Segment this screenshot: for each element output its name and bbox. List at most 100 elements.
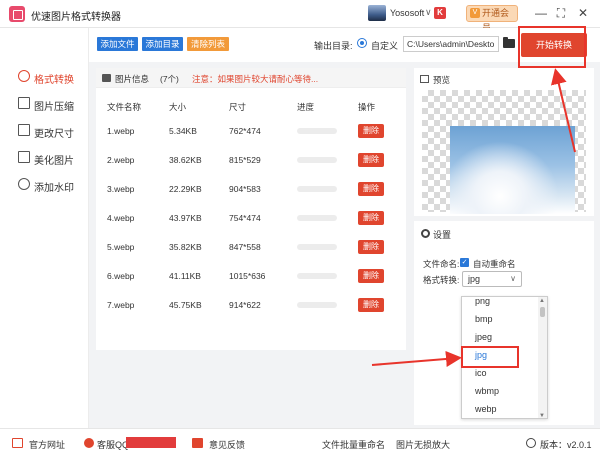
compress-icon — [18, 97, 30, 109]
crown-icon: V — [470, 8, 480, 18]
lossless-upscale-link[interactable]: 图片无损放大 — [396, 438, 450, 451]
column-header-size: 大小 — [169, 102, 187, 112]
gear-icon — [421, 229, 430, 238]
feedback-icon — [192, 438, 203, 448]
format-option-bmp[interactable]: bmp — [462, 311, 534, 328]
sidebar-item-label: 格式转换 — [34, 75, 74, 86]
file-name: 6.webp — [107, 271, 135, 281]
file-list-title: 图片信息 — [115, 74, 150, 84]
sidebar-item-compress[interactable]: 图片压缩 — [0, 95, 89, 113]
version-label: 版本：v2.0.1 — [540, 440, 592, 450]
user-avatar[interactable] — [368, 5, 386, 21]
sidebar-item-resize[interactable]: 更改尺寸 — [0, 122, 89, 140]
sidebar-item-beautify[interactable]: 美化图片 — [0, 149, 89, 167]
batch-rename-link[interactable]: 文件批量重命名 — [322, 438, 385, 451]
file-dimensions: 1015*636 — [229, 271, 266, 281]
format-option-png[interactable]: png — [462, 297, 534, 310]
scroll-up-icon[interactable]: ▲ — [539, 298, 545, 304]
file-naming-label: 文件命名: — [423, 259, 460, 269]
watermark-icon — [18, 178, 30, 190]
vip-button[interactable]: V 开通会员 — [466, 5, 518, 33]
delete-button[interactable]: 删除 — [358, 182, 384, 196]
delete-button[interactable]: 删除 — [358, 153, 384, 167]
format-option-wbmp[interactable]: wbmp — [462, 383, 534, 400]
minimize-button[interactable]: — — [533, 5, 549, 21]
auto-rename-checkbox[interactable]: ✓ — [460, 258, 469, 267]
app-badge-icon: K — [434, 7, 446, 19]
clear-list-button[interactable]: 清除列表 — [187, 37, 229, 51]
refresh-icon — [526, 438, 536, 448]
progress-bar — [297, 215, 337, 221]
format-convert-label: 格式转换: — [423, 275, 460, 285]
file-size: 41.11KB — [169, 271, 201, 281]
preview-image — [450, 126, 575, 214]
delete-button[interactable]: 删除 — [358, 269, 384, 283]
table-row: 2.webp 38.62KB 815*529 删除 — [96, 146, 406, 175]
column-header-name: 文件名称 — [107, 102, 142, 112]
app-title: 优速图片格式转换器 — [31, 12, 121, 23]
folder-icon[interactable] — [503, 37, 515, 48]
progress-bar — [297, 157, 337, 163]
file-name: 3.webp — [107, 184, 135, 194]
beautify-icon — [18, 151, 30, 163]
file-count: (7个) — [160, 74, 179, 84]
scroll-thumb[interactable] — [540, 307, 545, 317]
file-dimensions: 815*529 — [229, 155, 261, 165]
username[interactable]: Yososoft — [390, 8, 424, 18]
format-option-webp[interactable]: webp — [462, 401, 534, 418]
add-file-button[interactable]: 添加文件 — [97, 37, 138, 51]
website-link[interactable]: 官方网址 — [29, 438, 65, 451]
support-icon — [84, 438, 94, 448]
file-dimensions: 914*622 — [229, 300, 261, 310]
support-link[interactable]: 客服QQ — [97, 438, 129, 451]
output-dir-label: 输出目录: — [314, 41, 353, 51]
sidebar-item-watermark[interactable]: 添加水印 — [0, 176, 89, 194]
sidebar: 格式转换 图片压缩 更改尺寸 美化图片 添加水印 — [0, 28, 89, 428]
main-content: 添加文件 添加目录 清除列表 输出目录: 自定义 C:\Users\admin\… — [89, 28, 600, 428]
chevron-down-icon[interactable]: ∨ — [425, 7, 432, 18]
format-option-jpeg[interactable]: jpeg — [462, 329, 534, 346]
sidebar-item-format-convert[interactable]: 格式转换 — [0, 68, 89, 86]
redacted-qq-number — [126, 437, 176, 448]
dropdown-scrollbar[interactable]: ▲ ▼ — [538, 297, 547, 418]
app-logo-icon — [9, 6, 25, 22]
start-button-highlight — [518, 26, 586, 68]
file-dimensions: 762*474 — [229, 126, 261, 136]
delete-button[interactable]: 删除 — [358, 298, 384, 312]
maximize-button[interactable]: ⛶ — [553, 5, 569, 21]
progress-bar — [297, 186, 337, 192]
file-size: 43.97KB — [169, 213, 202, 223]
settings-panel: 设置 文件命名: ✓ 自动重命名 格式转换: jpg ∨ png bmp jpeg j… — [414, 221, 594, 425]
column-header-dims: 尺寸 — [229, 102, 247, 112]
custom-dir-radio[interactable] — [357, 38, 367, 48]
feedback-link[interactable]: 意见反馈 — [209, 438, 245, 451]
column-header-progress: 进度 — [297, 102, 315, 112]
scroll-down-icon[interactable]: ▼ — [539, 413, 545, 418]
format-select[interactable]: jpg ∨ — [462, 271, 522, 287]
file-size: 38.62KB — [169, 155, 202, 165]
file-list-notice: 注意：如果图片较大请耐心等待... — [192, 74, 319, 84]
status-bar: 官方网址 客服QQ 意见反馈 文件批量重命名 图片无损放大 版本：v2.0.1 — [0, 428, 600, 456]
delete-button[interactable]: 删除 — [358, 240, 384, 254]
custom-dir-label: 自定义 — [371, 41, 399, 51]
progress-bar — [297, 244, 337, 250]
file-list-panel: 图片信息 (7个) 注意：如果图片较大请耐心等待... 文件名称 大小 尺寸 进… — [96, 68, 406, 350]
delete-button[interactable]: 删除 — [358, 124, 384, 138]
output-path-field[interactable]: C:\Users\admin\Deskto — [403, 36, 499, 52]
website-icon — [12, 438, 23, 448]
file-dimensions: 847*558 — [229, 242, 261, 252]
delete-button[interactable]: 删除 — [358, 211, 384, 225]
file-size: 5.34KB — [169, 126, 197, 136]
preview-canvas — [422, 90, 586, 214]
file-name: 5.webp — [107, 242, 135, 252]
convert-icon — [18, 70, 30, 82]
progress-bar — [297, 302, 337, 308]
table-row: 4.webp 43.97KB 754*474 删除 — [96, 204, 406, 233]
add-folder-button[interactable]: 添加目录 — [142, 37, 183, 51]
close-button[interactable]: ✕ — [575, 5, 591, 21]
table-row: 6.webp 41.11KB 1015*636 删除 — [96, 262, 406, 291]
jpg-option-highlight — [461, 346, 519, 368]
file-name: 2.webp — [107, 155, 135, 165]
resize-icon — [18, 124, 30, 136]
sidebar-item-label: 更改尺寸 — [34, 129, 74, 140]
